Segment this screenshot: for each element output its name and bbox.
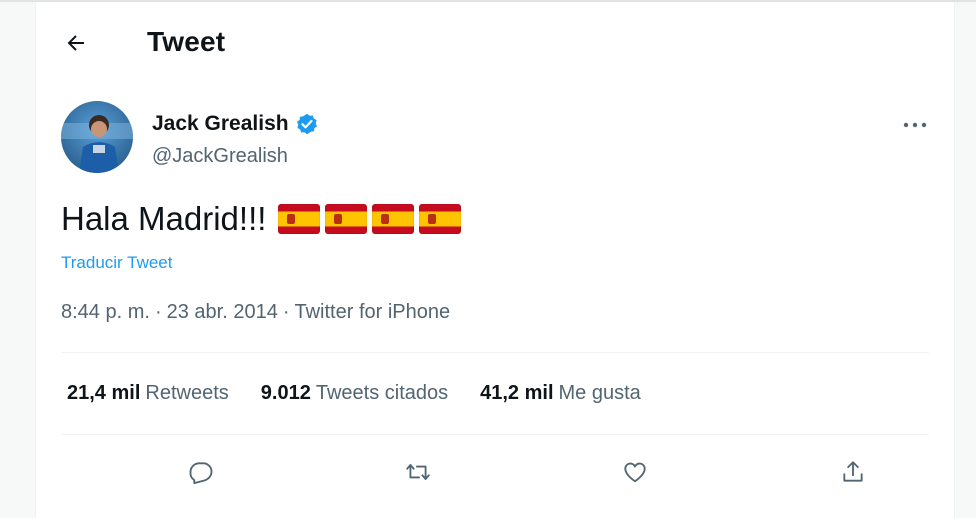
retweets-count: 21,4 mil [67, 382, 141, 404]
more-options-button[interactable] [898, 110, 932, 140]
author-name[interactable]: Jack Grealish [152, 112, 319, 136]
tweet-detail-panel: Tweet Jack Grealish @JackGrealish Hala M… [35, 2, 955, 518]
divider [61, 434, 929, 435]
meta-separator: · [154, 301, 162, 323]
tweet-text: Hala Madrid!!! [61, 200, 466, 238]
quote-tweets-label: Tweets citados [315, 382, 449, 404]
quote-tweets-stat[interactable]: 9.012 Tweets citados [261, 382, 448, 405]
reply-button[interactable] [179, 450, 223, 494]
tweet-stats: 21,4 mil Retweets 9.012 Tweets citados 41,… [67, 382, 673, 405]
spain-flag-icon [325, 204, 368, 234]
tweet-actions-bar [61, 442, 929, 502]
likes-stat[interactable]: 41,2 mil Me gusta [480, 382, 641, 405]
meta-separator: · [282, 301, 290, 323]
author-handle[interactable]: @JackGrealish [152, 145, 288, 168]
reply-icon [188, 459, 214, 485]
verified-badge-icon [295, 112, 319, 136]
retweet-button[interactable] [396, 450, 440, 494]
back-button[interactable] [59, 26, 93, 60]
like-button[interactable] [613, 450, 657, 494]
spain-flag-icon [419, 204, 462, 234]
tweet-source[interactable]: Twitter for iPhone [295, 301, 451, 324]
avatar[interactable] [61, 101, 133, 173]
tweet-header: Tweet [36, 2, 954, 87]
tweet-time[interactable]: 8:44 p. m. [61, 301, 150, 324]
likes-label: Me gusta [558, 382, 641, 404]
author-name-text: Jack Grealish [152, 112, 289, 135]
retweets-stat[interactable]: 21,4 mil Retweets [67, 382, 229, 405]
quote-tweets-count: 9.012 [260, 382, 311, 404]
divider [61, 352, 929, 353]
retweet-icon [404, 459, 432, 485]
spain-flag-icon [278, 204, 321, 234]
tweet-date[interactable]: 23 abr. 2014 [167, 301, 278, 324]
page-title: Tweet [147, 26, 226, 57]
more-dots-icon [903, 122, 927, 128]
share-icon [840, 459, 866, 485]
share-button[interactable] [831, 450, 875, 494]
spain-flag-icon [372, 204, 415, 234]
likes-count: 41,2 mil [480, 382, 554, 404]
retweets-label: Retweets [145, 382, 229, 404]
tweet-metadata: 8:44 p. m. · 23 abr. 2014 · Twitter for … [61, 301, 450, 324]
translate-tweet-link[interactable]: Traducir Tweet [61, 253, 173, 273]
heart-icon [621, 459, 649, 485]
arrow-left-icon [64, 31, 88, 55]
emoji-flags [278, 204, 466, 234]
tweet-text-content: Hala Madrid!!! [61, 200, 267, 237]
